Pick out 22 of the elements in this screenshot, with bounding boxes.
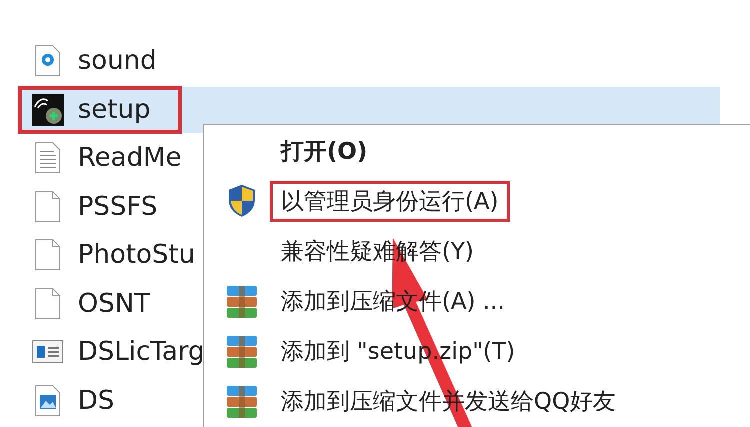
file-name[interactable]: DSLicTarg	[78, 337, 205, 368]
blank-file-icon	[35, 288, 61, 320]
archive-icon	[225, 384, 259, 419]
image-file-icon	[35, 384, 61, 417]
file-name[interactable]: sound	[78, 46, 157, 76]
blank-file-icon	[35, 239, 61, 272]
archive-icon	[225, 334, 259, 369]
file-name[interactable]: PhotoStu	[78, 240, 196, 270]
file-name[interactable]: PSSFS	[78, 192, 158, 222]
installer-icon	[32, 94, 64, 126]
text-file-icon	[35, 142, 61, 174]
shield-icon	[227, 184, 257, 218]
settings-file-icon	[32, 338, 64, 366]
menu-item[interactable]: 以管理员身份运行(A)	[270, 180, 510, 222]
file-name[interactable]: ReadMe	[78, 143, 182, 174]
file-name: setup	[78, 94, 151, 125]
file-name[interactable]: DS	[78, 386, 115, 416]
archive-icon	[225, 284, 259, 319]
blank-file-icon	[35, 190, 61, 223]
menu-item[interactable]: 打开(O)	[270, 130, 379, 172]
audio-file-icon	[35, 45, 61, 78]
file-name[interactable]: OSNT	[78, 288, 150, 319]
